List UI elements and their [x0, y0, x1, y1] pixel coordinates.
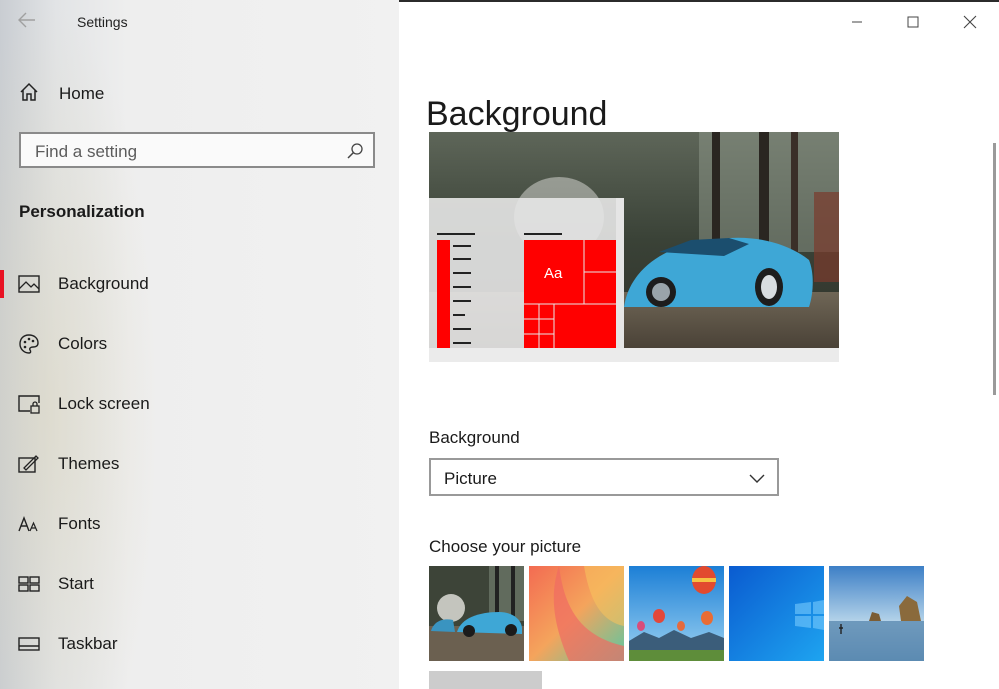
- home-label: Home: [59, 84, 105, 103]
- lock-screen-icon: [18, 393, 40, 415]
- maximize-icon: [907, 16, 919, 28]
- sidebar-item-label: Themes: [58, 454, 120, 473]
- sidebar-item-taskbar[interactable]: Taskbar: [0, 624, 399, 664]
- sidebar-item-label: Background: [58, 274, 149, 293]
- picture-thumbnails: [429, 566, 924, 661]
- page-title: Background: [426, 94, 608, 133]
- dropdown-value: Picture: [444, 469, 497, 488]
- palette-icon: [18, 333, 40, 355]
- minimize-icon: [852, 21, 862, 23]
- home-link[interactable]: Home: [18, 82, 104, 106]
- active-indicator: [0, 270, 4, 298]
- browse-button[interactable]: [429, 671, 542, 689]
- sidebar-item-background[interactable]: Background: [0, 264, 399, 304]
- taskbar-icon: [18, 633, 40, 655]
- background-type-label: Background: [429, 428, 520, 447]
- themes-icon: [18, 453, 40, 475]
- sidebar-item-fonts[interactable]: Fonts: [0, 504, 399, 544]
- close-button[interactable]: [955, 10, 985, 34]
- picture-icon: [18, 273, 40, 295]
- sidebar-item-start[interactable]: Start: [0, 564, 399, 604]
- fonts-icon: [18, 513, 40, 535]
- thumbnail-balloons[interactable]: [629, 566, 724, 661]
- section-title: Personalization: [19, 202, 145, 221]
- chevron-down-icon: [749, 471, 765, 489]
- sidebar-item-themes[interactable]: Themes: [0, 444, 399, 484]
- home-icon: [18, 81, 40, 108]
- sidebar: Settings Home Personalization Background…: [0, 0, 399, 689]
- thumbnail-car[interactable]: [429, 566, 524, 661]
- search-box[interactable]: [19, 132, 375, 168]
- preview-sample-text: Aa: [544, 265, 563, 282]
- minimize-button[interactable]: [842, 10, 872, 34]
- preview-wallpaper: [429, 132, 839, 362]
- sidebar-item-lock-screen[interactable]: Lock screen: [0, 384, 399, 424]
- sidebar-item-label: Colors: [58, 334, 108, 353]
- close-icon: [963, 15, 977, 29]
- back-arrow-icon[interactable]: [18, 12, 36, 33]
- thumbnail-windows[interactable]: [729, 566, 824, 661]
- search-input[interactable]: [33, 141, 337, 163]
- sidebar-item-label: Start: [58, 574, 94, 593]
- search-icon[interactable]: [346, 142, 364, 165]
- sidebar-item-label: Fonts: [58, 514, 101, 533]
- choose-picture-label: Choose your picture: [429, 537, 582, 556]
- sidebar-item-colors[interactable]: Colors: [0, 324, 399, 364]
- scrollbar[interactable]: [993, 143, 996, 395]
- thumbnail-beach[interactable]: [829, 566, 924, 661]
- sidebar-item-label: Taskbar: [58, 634, 118, 653]
- background-type-dropdown[interactable]: Picture: [429, 458, 779, 496]
- desktop-preview: Aa: [429, 132, 839, 362]
- thumbnail-abstract[interactable]: [529, 566, 624, 661]
- sidebar-item-label: Lock screen: [58, 394, 150, 413]
- start-icon: [18, 573, 40, 595]
- app-title: Settings: [77, 14, 128, 30]
- maximize-button[interactable]: [898, 10, 928, 34]
